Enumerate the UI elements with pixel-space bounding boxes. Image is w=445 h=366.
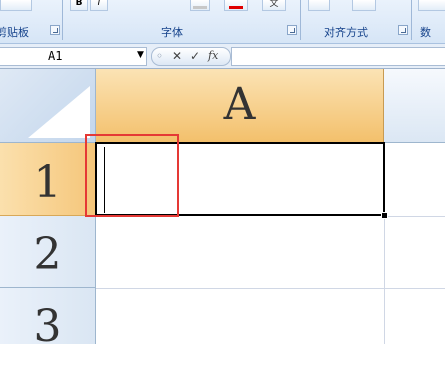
- font-color-swatch: [229, 6, 243, 9]
- phonetic-button[interactable]: 文: [262, 0, 286, 11]
- bold-button[interactable]: B: [70, 0, 88, 11]
- alignment-dialog-launcher[interactable]: [398, 25, 408, 35]
- name-box-value: A1: [48, 49, 63, 63]
- number-group-label: 数: [420, 26, 431, 39]
- clipboard-group-label: 剪贴板: [0, 26, 29, 39]
- font-color-button[interactable]: [224, 0, 248, 11]
- cancel-icon[interactable]: ✕: [172, 49, 182, 63]
- formula-input[interactable]: [231, 47, 445, 66]
- font-group-label: 字体: [161, 26, 183, 39]
- ribbon: 剪贴板 B I 文 字体 对齐方式 数: [0, 0, 445, 44]
- number-format-dropdown[interactable]: [418, 0, 445, 11]
- formula-buttons: ◦ ✕ ✓ fx: [151, 47, 231, 66]
- align-icon[interactable]: [308, 0, 330, 11]
- cell-b1[interactable]: [385, 143, 445, 216]
- font-dialog-launcher[interactable]: [287, 25, 297, 35]
- fill-color-swatch: [193, 6, 207, 9]
- fill-color-button[interactable]: [190, 0, 210, 11]
- column-header-a[interactable]: A: [96, 69, 384, 143]
- paste-dropdown[interactable]: [0, 0, 32, 11]
- fill-handle[interactable]: [381, 212, 388, 219]
- alignment-group-label: 对齐方式: [324, 26, 368, 39]
- row-header-2[interactable]: 2: [0, 216, 96, 288]
- name-box-dropdown-icon[interactable]: ▼: [137, 50, 144, 60]
- grip-icon: ◦: [156, 49, 164, 63]
- enter-icon[interactable]: ✓: [190, 49, 200, 63]
- cell-a3[interactable]: [96, 289, 384, 344]
- italic-button[interactable]: I: [90, 0, 108, 11]
- column-header-label: A: [223, 79, 256, 130]
- insert-function-icon[interactable]: fx: [208, 49, 218, 63]
- select-all-triangle-icon: [28, 86, 90, 138]
- formula-bar: A1 ▼ ◦ ✕ ✓ fx: [0, 44, 445, 69]
- row-header-1[interactable]: 1: [0, 143, 96, 216]
- clipboard-dialog-launcher[interactable]: [50, 25, 60, 35]
- column-header-b[interactable]: [384, 69, 445, 143]
- cell-a2[interactable]: [96, 216, 384, 288]
- orientation-icon[interactable]: [352, 0, 376, 11]
- highlight-annotation-box: [85, 134, 179, 217]
- gridline-horizontal: [384, 216, 445, 217]
- row-header-3[interactable]: 3: [0, 288, 96, 352]
- name-box[interactable]: A1 ▼: [0, 47, 147, 66]
